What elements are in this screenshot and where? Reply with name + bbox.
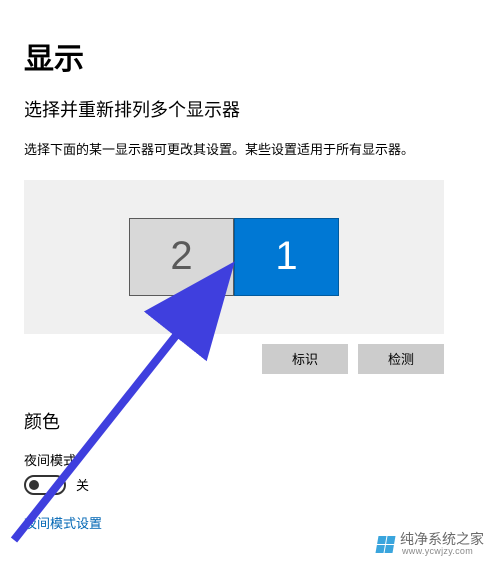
monitor-tile-1[interactable]: 1 <box>234 218 339 296</box>
monitor-tile-2[interactable]: 2 <box>129 218 234 296</box>
toggle-thumb <box>29 480 39 490</box>
watermark-logo-icon <box>376 536 396 553</box>
section-heading: 选择并重新排列多个显示器 <box>24 96 476 122</box>
identify-button[interactable]: 标识 <box>262 344 348 374</box>
display-arrange-panel[interactable]: 2 1 <box>24 180 444 334</box>
watermark-name: 纯净系统之家 <box>400 532 484 547</box>
night-light-settings-link[interactable]: 夜间模式设置 <box>24 513 102 532</box>
watermark: 纯净系统之家 www.ycwjzy.com <box>377 532 484 557</box>
display-buttons-row: 标识 检测 <box>24 344 444 374</box>
page-title: 显示 <box>24 34 476 78</box>
color-heading: 颜色 <box>24 408 476 434</box>
display-description: 选择下面的某一显示器可更改其设置。某些设置适用于所有显示器。 <box>24 140 476 160</box>
night-light-state: 关 <box>76 475 89 494</box>
watermark-url: www.ycwjzy.com <box>402 547 484 557</box>
detect-button[interactable]: 检测 <box>358 344 444 374</box>
night-light-label: 夜间模式 <box>24 450 476 469</box>
night-light-toggle[interactable] <box>24 475 66 495</box>
